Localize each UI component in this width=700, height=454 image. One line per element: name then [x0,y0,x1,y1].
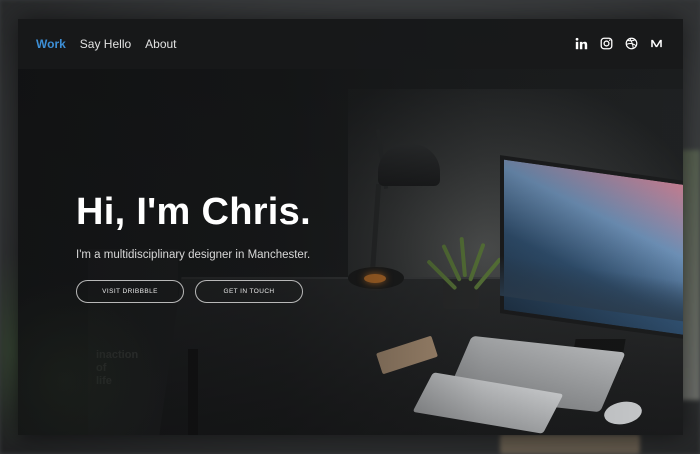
backdrop-edge [680,150,700,400]
linkedin-icon[interactable] [575,37,588,50]
visit-dribbble-button[interactable]: VISIT DRIBBBLE [76,280,184,303]
nav-link-about[interactable]: About [145,37,176,51]
dribbble-icon[interactable] [625,37,638,50]
hero-title: Hi, I'm Chris. [76,191,311,233]
nav-link-work[interactable]: Work [36,37,66,51]
hero-subtitle: I'm a multidisciplinary designer in Manc… [76,249,311,261]
instagram-icon[interactable] [600,37,613,50]
nav-links: Work Say Hello About [36,37,177,51]
social-links [575,37,663,50]
backdrop-desk-edge [500,434,640,454]
top-nav: Work Say Hello About [18,19,683,69]
nav-link-say-hello[interactable]: Say Hello [80,37,131,51]
get-in-touch-button[interactable]: GET IN TOUCH [195,280,303,303]
hero-frame: inactionoflife Work Say Hello About [18,19,683,435]
medium-icon[interactable] [650,37,663,50]
